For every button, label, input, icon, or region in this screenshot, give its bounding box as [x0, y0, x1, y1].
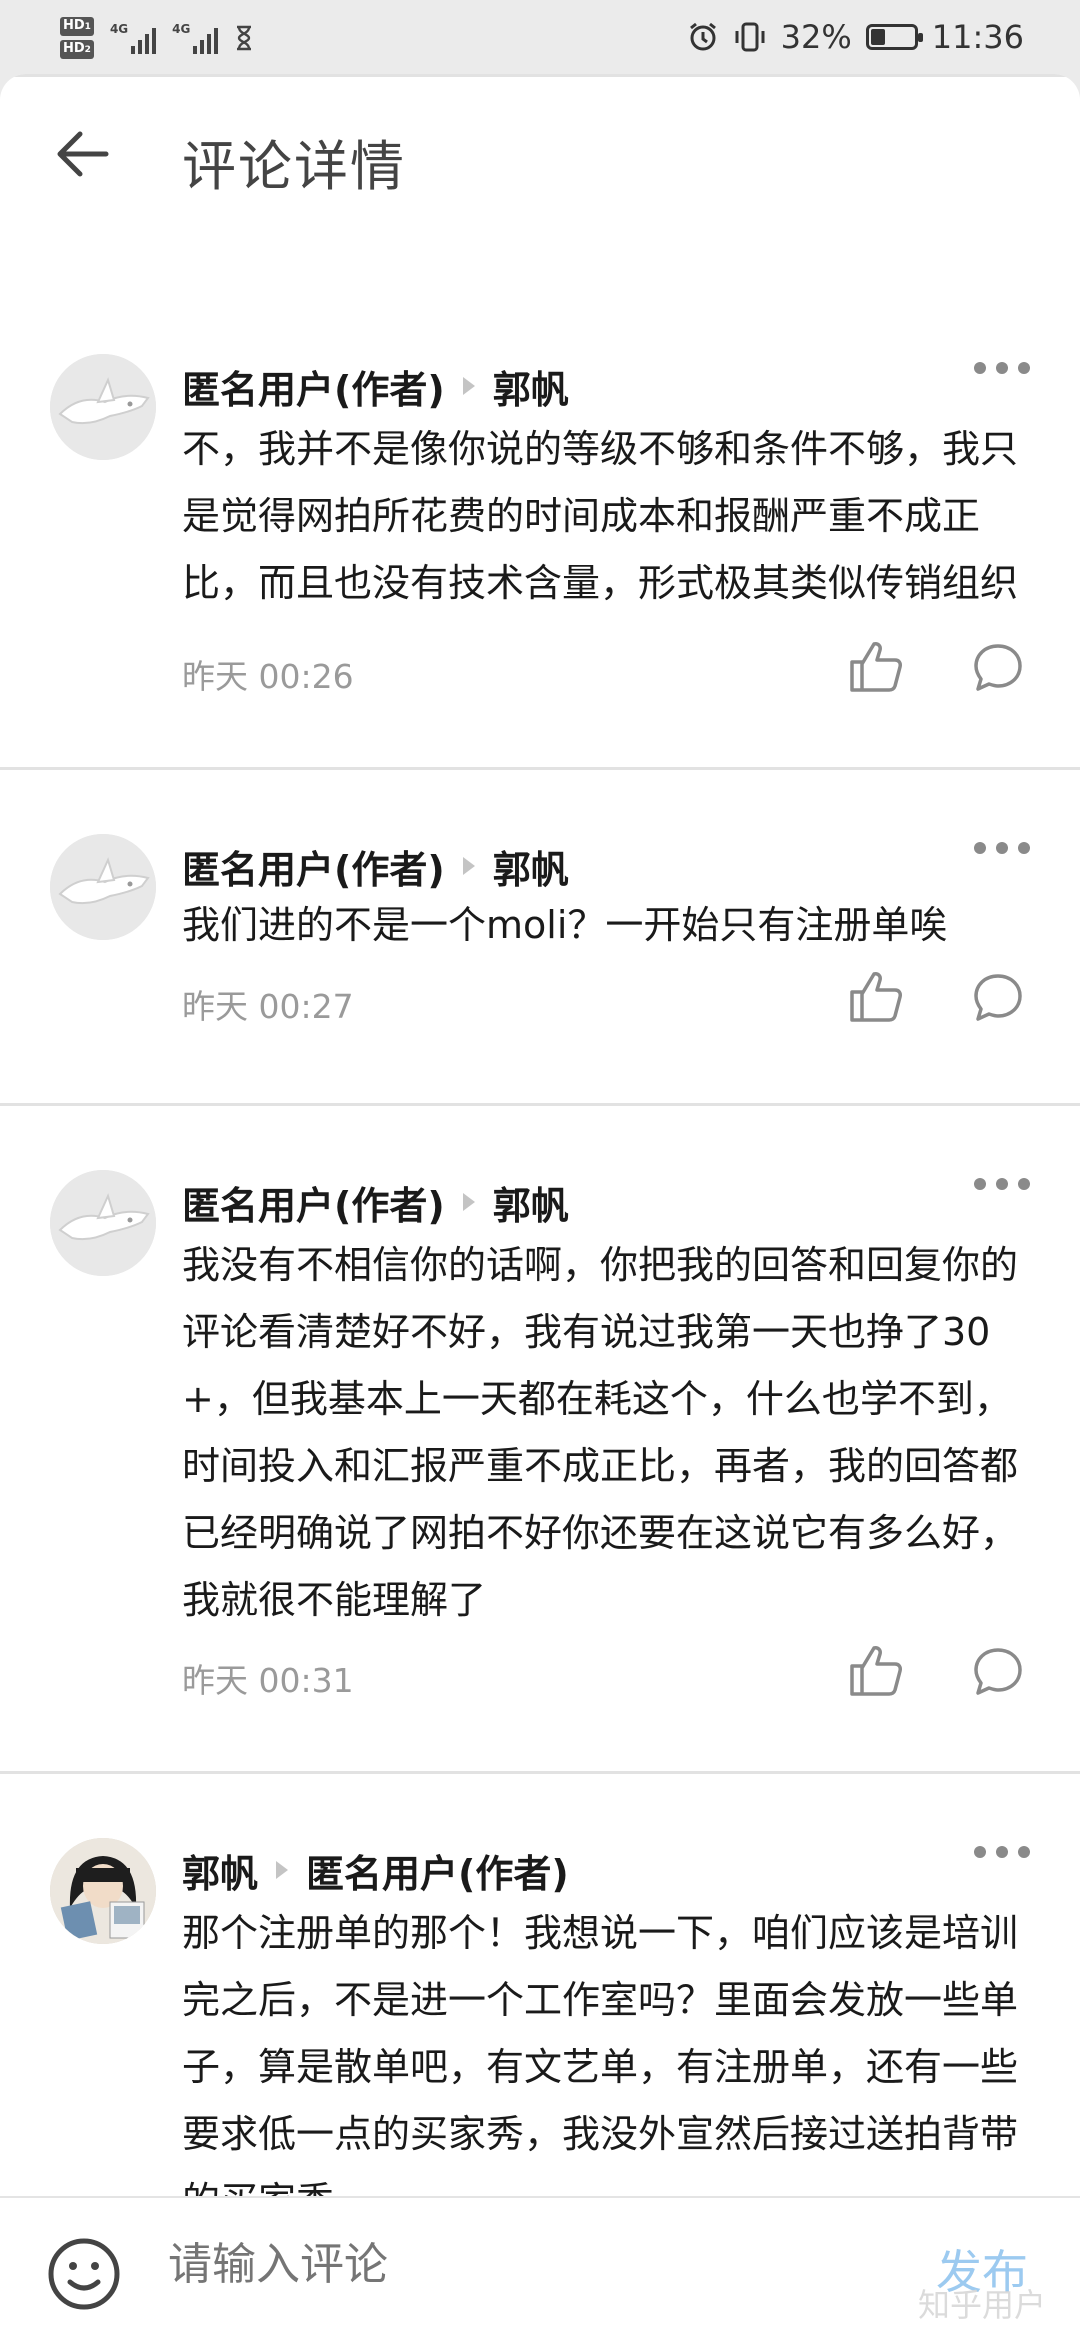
reply-icon[interactable]	[970, 970, 1026, 1024]
comment-time: 昨天 00:26	[182, 657, 354, 696]
reply-arrow-icon	[462, 1193, 475, 1211]
network-type-2: 4G	[172, 22, 191, 36]
watermark: 知乎用户	[918, 2286, 1047, 2324]
hd2-badge: HD2	[60, 40, 94, 59]
comment-names: 匿名用户(作者) 郭帆	[182, 356, 569, 416]
reply-icon[interactable]	[970, 1644, 1026, 1698]
more-options-icon[interactable]	[974, 1174, 1030, 1194]
reply-to-name[interactable]: 郭帆	[493, 359, 569, 414]
network-type-1: 4G	[109, 22, 129, 36]
hourglass-icon	[237, 25, 252, 51]
battery-icon	[865, 24, 923, 50]
comment-composer: 发布 知乎用户	[0, 2196, 1080, 2340]
comment-time: 昨天 00:31	[182, 1661, 354, 1700]
signal-icon-1: 4G	[109, 22, 157, 54]
author-name[interactable]: 郭帆	[182, 1843, 258, 1898]
back-arrow-icon[interactable]	[52, 124, 112, 184]
comment-item	[0, 74, 1080, 77]
reply-icon[interactable]	[970, 640, 1026, 694]
author-name[interactable]: 匿名用户(作者)	[182, 359, 445, 414]
clock: 11:36	[931, 18, 1024, 56]
anonymous-avatar-icon	[50, 354, 156, 460]
more-options-icon[interactable]	[974, 1842, 1030, 1862]
page-title: 评论详情	[182, 135, 406, 198]
avatar[interactable]	[50, 1170, 156, 1276]
comment-names: 匿名用户(作者) 郭帆	[182, 1172, 569, 1232]
reply-arrow-icon	[276, 1861, 289, 1879]
hd1-badge: HD1	[60, 17, 94, 36]
like-icon[interactable]	[848, 1644, 906, 1698]
comment-item: 匿名用户(作者) 郭帆 我们进的不是一个moli？一开始只有注册单唉 昨天 00…	[0, 770, 1080, 1106]
vibrate-icon	[735, 22, 765, 52]
comment-names: 郭帆 匿名用户(作者)	[182, 1840, 569, 1900]
status-left: HD1 HD2 4G 4G	[60, 8, 254, 68]
reply-arrow-icon	[462, 857, 475, 875]
comment-detail-panel: 评论详情 匿名用户(作者) 郭帆 不，我并不是像你说的等级不够和条件不够，我只是…	[0, 74, 1080, 2340]
reply-to-name[interactable]: 匿名用户(作者)	[306, 1843, 569, 1898]
reply-arrow-icon	[462, 377, 475, 395]
comment-item: 匿名用户(作者) 郭帆 我没有不相信你的话啊，你把我的回答和回复你的评论看清楚好…	[0, 1106, 1080, 1774]
anonymous-avatar-icon	[50, 834, 156, 940]
avatar[interactable]	[50, 354, 156, 460]
reply-to-name[interactable]: 郭帆	[493, 839, 569, 894]
alarm-icon	[689, 22, 716, 51]
comment-names: 匿名用户(作者) 郭帆	[182, 836, 569, 896]
more-options-icon[interactable]	[974, 358, 1030, 378]
status-right: 32% 11:36	[687, 0, 1024, 74]
signal-icon-2: 4G	[172, 22, 219, 54]
comment-time: 昨天 00:27	[182, 987, 354, 1026]
user-avatar[interactable]	[50, 1838, 156, 1944]
avatar[interactable]	[50, 834, 156, 940]
emoji-icon[interactable]	[46, 2236, 122, 2312]
status-bar: HD1 HD2 4G 4G 32% 11:36	[0, 0, 1080, 74]
more-options-icon[interactable]	[974, 838, 1030, 858]
header: 评论详情	[0, 74, 1080, 250]
hd-indicators: HD1 HD2	[60, 17, 94, 59]
comment-text: 不，我并不是像你说的等级不够和条件不够，我只是觉得网拍所花费的时间成本和报酬严重…	[182, 427, 1019, 605]
author-name[interactable]: 匿名用户(作者)	[182, 1175, 445, 1230]
comment-text: 我没有不相信你的话啊，你把我的回答和回复你的评论看清楚好不好，我有说过我第一天也…	[182, 1243, 1019, 1622]
comment-text: 我们进的不是一个moli？一开始只有注册单唉	[182, 903, 948, 947]
author-name[interactable]: 匿名用户(作者)	[182, 839, 445, 894]
anonymous-avatar-icon	[50, 1170, 156, 1276]
comment-item: 匿名用户(作者) 郭帆 不，我并不是像你说的等级不够和条件不够，我只是觉得网拍所…	[0, 280, 1080, 770]
like-icon[interactable]	[848, 970, 906, 1024]
reply-to-name[interactable]: 郭帆	[493, 1175, 569, 1230]
comment-input[interactable]	[168, 2240, 868, 2290]
comment-text: 那个注册单的那个！我想说一下，咱们应该是培训完之后，不是进一个工作室吗？里面会发…	[182, 1911, 1019, 2223]
like-icon[interactable]	[848, 640, 906, 694]
battery-percent: 32%	[780, 18, 852, 56]
user-photo-avatar-icon	[50, 1838, 156, 1944]
battery-fill	[870, 29, 885, 45]
